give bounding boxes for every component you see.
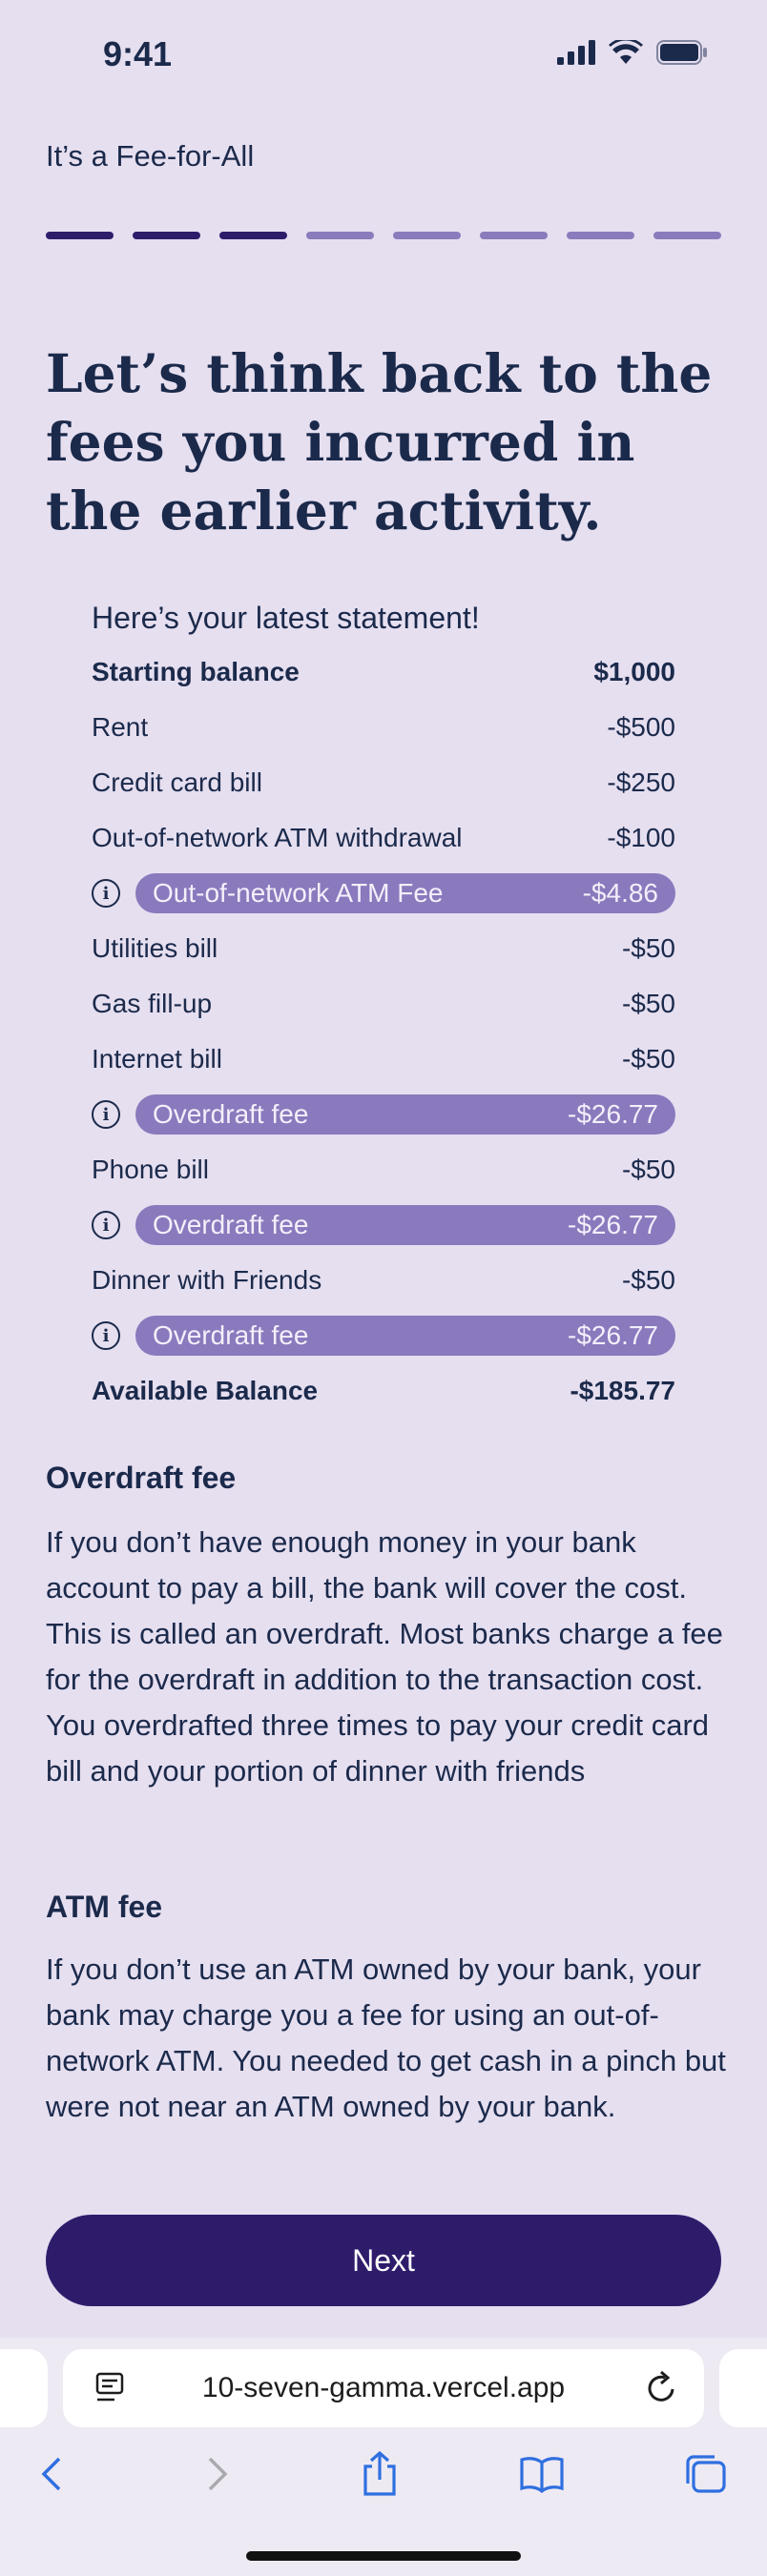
transaction-label: Rent — [92, 712, 149, 742]
fee-label: Overdraft fee — [153, 1320, 309, 1350]
progress-segment — [480, 232, 548, 239]
next-tab-preview[interactable] — [719, 2349, 767, 2427]
transaction-amount: -$500 — [607, 712, 675, 742]
transaction-amount: -$50 — [621, 1155, 675, 1184]
transaction-row: Gas fill-up -$50 — [92, 976, 675, 1032]
fee-label: Overdraft fee — [153, 1099, 309, 1129]
fee-row: i Overdraft fee -$26.77 — [92, 1087, 675, 1142]
progress-segment — [46, 232, 114, 239]
progress-segment — [653, 232, 721, 239]
transaction-row: Internet bill -$50 — [92, 1032, 675, 1087]
transaction-amount: -$50 — [621, 1265, 675, 1295]
status-time: 9:41 — [103, 34, 173, 73]
chevron-left-icon — [41, 2457, 61, 2491]
transaction-label: Phone bill — [92, 1155, 209, 1184]
fee-amount: -$26.77 — [568, 1099, 658, 1129]
fee-pill: Overdraft fee -$26.77 — [135, 1094, 675, 1135]
overdraft-body: If you don’t have enough money in your b… — [46, 1525, 723, 1788]
status-bar: 9:41 — [0, 0, 767, 105]
progress-segment — [133, 232, 200, 239]
browser-toolbar — [0, 2441, 767, 2507]
info-icon[interactable]: i — [92, 1211, 120, 1239]
transaction-amount: -$100 — [607, 823, 675, 852]
statement-items: Rent -$500 Credit card bill -$250 Out-of-net… — [92, 700, 675, 1363]
fee-label: Out-of-network ATM Fee — [153, 878, 444, 908]
book-icon — [520, 2457, 564, 2493]
available-balance-amount: -$185.77 — [570, 1376, 675, 1405]
statement-title: Here’s your latest statement! — [92, 601, 480, 635]
transaction-amount: -$250 — [607, 767, 675, 797]
status-icons — [557, 40, 708, 65]
atm-title: ATM fee — [46, 1890, 163, 1924]
share-icon — [363, 2451, 396, 2496]
transaction-amount: -$50 — [621, 933, 675, 963]
statement: Here’s your latest statement! Starting b… — [92, 591, 675, 1419]
starting-balance-amount: $1,000 — [593, 657, 675, 686]
fee-pill: Overdraft fee -$26.77 — [135, 1316, 675, 1356]
signal-icon — [557, 40, 595, 65]
transaction-amount: -$50 — [621, 1044, 675, 1073]
fee-label: Overdraft fee — [153, 1210, 309, 1239]
fee-pill: Overdraft fee -$26.77 — [135, 1205, 675, 1245]
address-bar[interactable]: 10-seven-gamma.vercel.app — [63, 2349, 704, 2427]
progress-segment — [567, 232, 634, 239]
chevron-right-icon — [208, 2457, 228, 2491]
fee-pill: Out-of-network ATM Fee -$4.86 — [135, 873, 675, 913]
fee-amount: -$4.86 — [582, 878, 658, 908]
starting-balance-label: Starting balance — [92, 657, 300, 686]
progress-segment — [393, 232, 461, 239]
page-heading: Let’s think back to the fees you incurre… — [46, 342, 713, 542]
reload-icon[interactable] — [645, 2370, 677, 2404]
app-title: It’s a Fee-for-All — [46, 139, 255, 173]
transaction-label: Dinner with Friends — [92, 1265, 322, 1295]
available-balance-row: Available Balance -$185.77 — [92, 1363, 675, 1419]
transaction-label: Credit card bill — [92, 767, 262, 797]
back-button[interactable] — [23, 2441, 80, 2507]
progress-bar — [46, 232, 721, 240]
previous-tab-preview[interactable] — [0, 2349, 48, 2427]
transaction-row: Utilities bill -$50 — [92, 921, 675, 976]
page-menu-icon[interactable] — [95, 2372, 124, 2404]
info-icon[interactable]: i — [92, 1100, 120, 1129]
overdraft-title: Overdraft fee — [46, 1461, 237, 1495]
transaction-label: Utilities bill — [92, 933, 218, 963]
progress-segment — [219, 232, 287, 239]
fee-row: i Overdraft fee -$26.77 — [92, 1197, 675, 1253]
battery-icon — [656, 40, 707, 65]
atm-body: If you don’t use an ATM owned by your ba… — [46, 1952, 726, 2123]
wifi-icon — [609, 40, 643, 64]
fee-row: i Overdraft fee -$26.77 — [92, 1308, 675, 1363]
forward-button[interactable] — [189, 2441, 246, 2507]
tabs-button[interactable] — [677, 2441, 735, 2507]
transaction-row: Rent -$500 — [92, 700, 675, 755]
info-icon[interactable]: i — [92, 1321, 120, 1350]
transaction-label: Internet bill — [92, 1044, 222, 1073]
tabs-icon — [686, 2455, 726, 2493]
transaction-row: Phone bill -$50 — [92, 1142, 675, 1197]
fee-amount: -$26.77 — [568, 1320, 658, 1350]
transaction-row: Out-of-network ATM withdrawal -$100 — [92, 810, 675, 866]
fee-row: i Out-of-network ATM Fee -$4.86 — [92, 866, 675, 921]
info-icon[interactable]: i — [92, 879, 120, 908]
share-button[interactable] — [351, 2441, 408, 2507]
available-balance-label: Available Balance — [92, 1376, 319, 1405]
fee-amount: -$26.77 — [568, 1210, 658, 1239]
next-button[interactable]: Next — [46, 2215, 721, 2306]
home-indicator — [246, 2551, 521, 2561]
transaction-row: Dinner with Friends -$50 — [92, 1253, 675, 1308]
transaction-label: Gas fill-up — [92, 989, 213, 1018]
progress-segment — [306, 232, 374, 239]
transaction-amount: -$50 — [621, 989, 675, 1018]
url-text: 10-seven-gamma.vercel.app — [201, 2372, 566, 2403]
starting-balance-row: Starting balance $1,000 — [92, 644, 675, 700]
transaction-label: Out-of-network ATM withdrawal — [92, 823, 463, 852]
bookmarks-button[interactable] — [513, 2441, 570, 2507]
transaction-row: Credit card bill -$250 — [92, 755, 675, 810]
